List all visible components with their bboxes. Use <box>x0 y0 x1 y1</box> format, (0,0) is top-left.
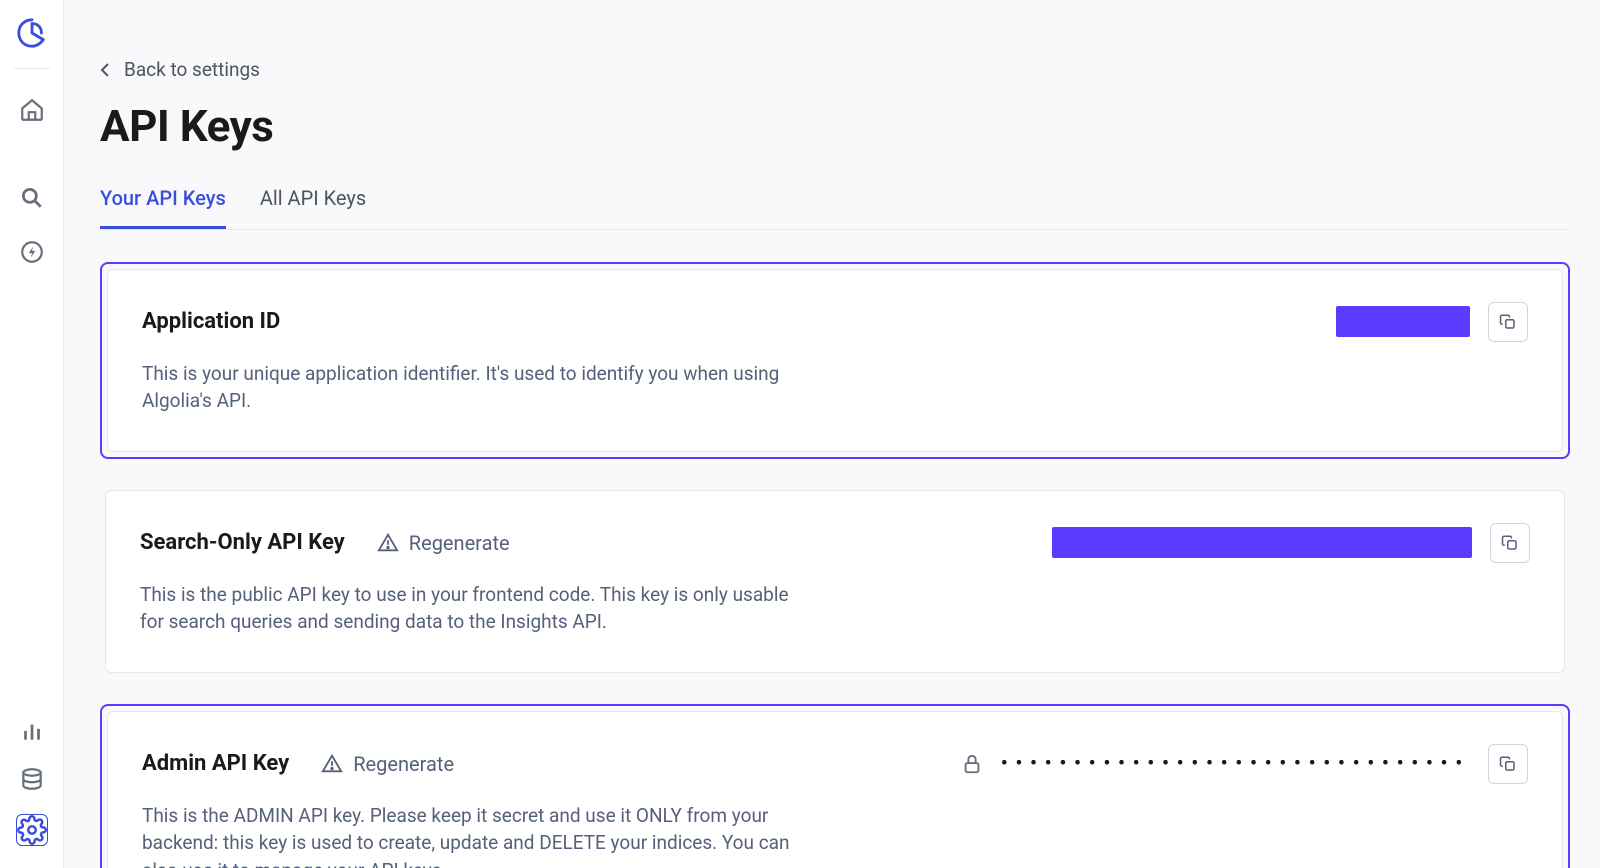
sidebar <box>0 0 64 868</box>
database-icon[interactable] <box>19 766 45 792</box>
analytics-icon[interactable] <box>19 718 45 744</box>
admin-key-masked-value: •••••••••••••••••••••••••••••••• <box>1001 755 1470 773</box>
copy-application-id-button[interactable] <box>1488 302 1528 342</box>
admin-key-desc: This is the ADMIN API key. Please keep i… <box>142 802 792 868</box>
application-id-desc: This is your unique application identifi… <box>142 360 792 415</box>
back-to-settings-link[interactable]: Back to settings <box>100 58 260 81</box>
regenerate-label: Regenerate <box>409 531 510 555</box>
home-icon[interactable] <box>19 97 45 123</box>
search-key-value-redacted <box>1052 527 1472 558</box>
lock-icon <box>961 753 983 775</box>
card-application-id: Application ID This is your unique appli… <box>100 262 1570 459</box>
copy-admin-key-button[interactable] <box>1488 744 1528 784</box>
page-title: API Keys <box>100 100 1570 152</box>
search-icon[interactable] <box>19 185 45 211</box>
card-admin-key: Admin API Key Regenerate •••••••••••••••… <box>100 704 1570 868</box>
tabs: Your API Keys All API Keys <box>100 186 1570 230</box>
algolia-logo-icon[interactable] <box>15 16 49 50</box>
application-id-title: Application ID <box>142 309 280 334</box>
sidebar-divider <box>14 68 50 69</box>
regenerate-admin-key-button[interactable]: Regenerate <box>321 752 454 776</box>
main-content: Back to settings API Keys Your API Keys … <box>64 0 1600 868</box>
search-key-title: Search-Only API Key <box>140 530 345 555</box>
admin-key-title: Admin API Key <box>142 751 289 776</box>
tab-your-api-keys[interactable]: Your API Keys <box>100 186 226 229</box>
tab-all-api-keys[interactable]: All API Keys <box>260 186 366 229</box>
card-search-only-key: Search-Only API Key Regenerate This is t… <box>100 485 1570 678</box>
settings-icon[interactable] <box>16 814 48 846</box>
copy-search-key-button[interactable] <box>1490 523 1530 563</box>
search-key-desc: This is the public API key to use in you… <box>140 581 790 636</box>
application-id-value-redacted <box>1336 306 1470 337</box>
regenerate-search-key-button[interactable]: Regenerate <box>377 531 510 555</box>
bolt-icon[interactable] <box>19 239 45 265</box>
back-label: Back to settings <box>124 58 260 81</box>
regenerate-label: Regenerate <box>353 752 454 776</box>
